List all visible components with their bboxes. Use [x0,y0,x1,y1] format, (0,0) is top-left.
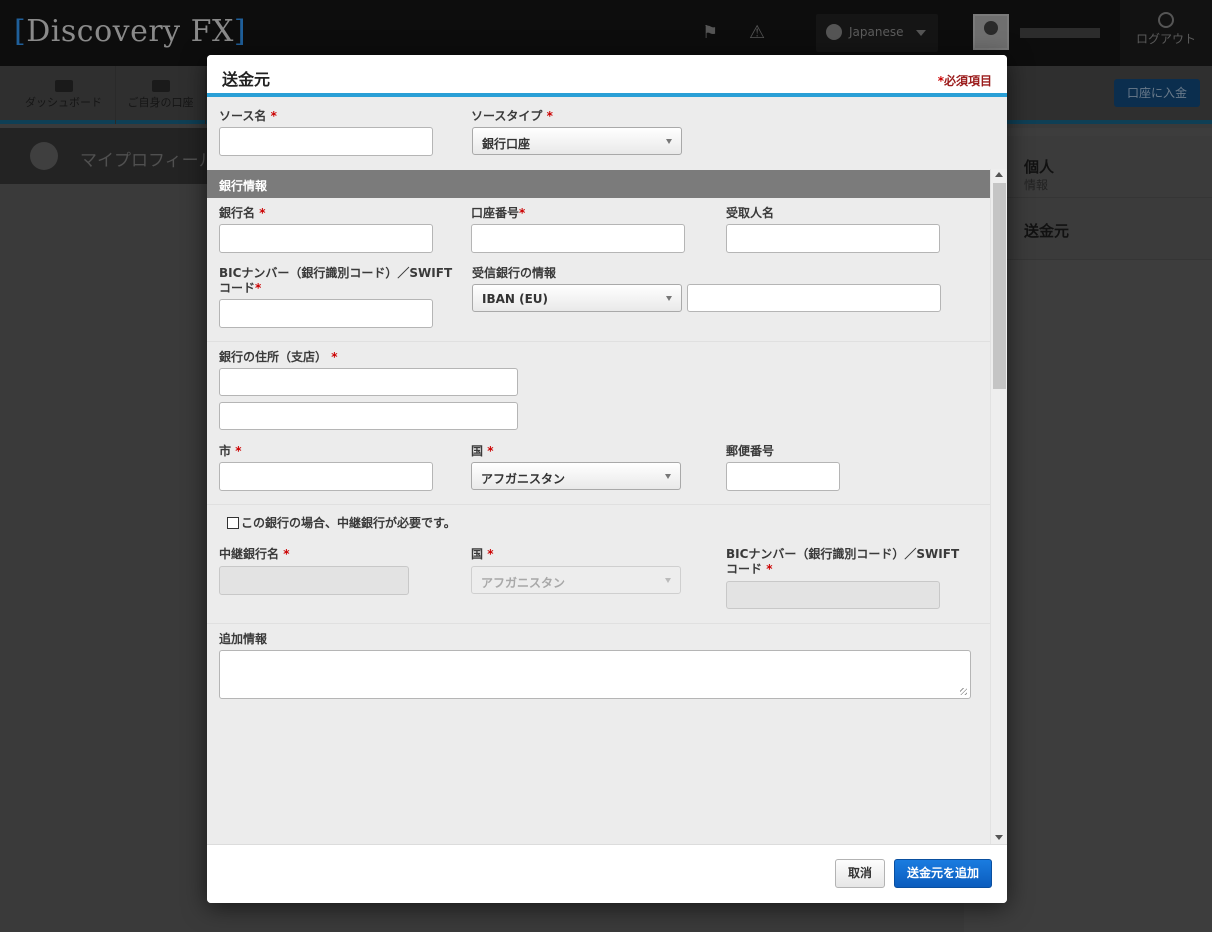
modal-footer: 取消 送金元を追加 [207,844,1007,903]
source-name-label: ソース名 * [219,109,277,123]
chevron-down-icon [665,578,671,583]
divider [207,504,990,505]
power-icon [1158,12,1174,28]
funding-source-modal: 送金元 *必須項目 ソース名 * ソースタイプ * 銀行口座 銀行情報 銀行名 … [207,55,1007,903]
chevron-down-icon [666,296,672,301]
receiving-bank-input[interactable] [687,284,941,312]
sidebar-item-title: 個人 [1024,158,1055,176]
flag-icon[interactable]: ⚑ [702,22,718,43]
intermediary-bic-label: BICナンバー（銀行識別コード）／SWIFT コード * [726,547,960,576]
nav-item-accounts[interactable]: ご自身の口座 [116,66,206,124]
source-type-select[interactable]: 銀行口座 [472,127,682,155]
intermediary-country-select[interactable]: アフガニスタン [471,566,681,594]
source-name-input[interactable] [219,127,433,156]
globe-icon [826,24,842,40]
nav-item-dashboard[interactable]: ダッシュボード [12,66,116,124]
chevron-down-icon [665,474,671,479]
language-label: Japanese [849,25,904,39]
bank-name-label: 銀行名 * [219,206,266,220]
nav-label: ご自身の口座 [127,96,194,109]
sidebar-item-subtitle: 情報 [1024,178,1049,192]
add-funding-source-button[interactable]: 送金元を追加 [894,859,992,888]
bank-address-line1-input[interactable] [219,368,518,396]
sidebar-item-title: 送金元 [1024,222,1070,240]
source-type-label: ソースタイプ * [471,109,553,123]
bank-address-label: 銀行の住所（支店） * [219,350,338,364]
modal-title: 送金元 [222,70,271,89]
scroll-up-icon[interactable] [995,172,1003,177]
intermediary-country-label: 国 * [471,547,494,561]
receiving-bank-type-select[interactable]: IBAN (EU) [472,284,682,312]
intermediary-bank-checkbox-label[interactable]: この銀行の場合、中継銀行が必要です。 [241,516,456,531]
modal-header: 送金元 *必須項目 [207,55,1007,97]
resize-grip-icon[interactable] [960,688,967,695]
cancel-button[interactable]: 取消 [835,859,885,888]
bic-label: BICナンバー（銀行識別コード）／SWIFT コード* [219,266,453,295]
country-label: 国 * [471,444,494,458]
bank-info-section-header: 銀行情報 [207,170,990,198]
user-info-icon [30,142,58,170]
account-number-input[interactable] [471,224,685,253]
intermediary-bank-name-label: 中継銀行名 * [219,547,290,561]
chevron-down-icon [916,30,926,36]
avatar[interactable] [973,14,1009,50]
deposit-button[interactable]: 口座に入金 [1114,79,1200,107]
divider [207,623,990,624]
divider [207,341,990,342]
scrollbar-thumb[interactable] [993,183,1006,389]
warning-icon[interactable]: ⚠ [749,22,765,43]
app-logo[interactable]: [Discovery FX] [14,14,246,49]
logout-label: ログアウト [1135,32,1196,46]
additional-info-label: 追加情報 [219,632,268,646]
bar-chart-icon [151,80,170,92]
recipient-name-label: 受取人名 [726,206,775,220]
chevron-down-icon [666,139,672,144]
scroll-down-icon[interactable] [995,835,1003,840]
additional-info-textarea[interactable] [219,650,971,699]
required-fields-note: *必須項目 [937,74,992,88]
postal-code-input[interactable] [726,462,840,491]
bank-address-line2-input[interactable] [219,402,518,430]
intermediary-bank-checkbox[interactable] [227,517,239,529]
modal-scrollbar[interactable] [990,169,1007,844]
bic-input[interactable] [219,299,433,328]
language-selector[interactable]: Japanese [816,14,938,52]
bank-name-input[interactable] [219,224,433,253]
speedometer-icon [54,80,73,92]
country-select[interactable]: アフガニスタン [471,462,681,490]
city-label: 市 * [219,444,242,458]
nav-label: ダッシュボード [25,96,102,109]
postal-code-label: 郵便番号 [726,444,775,458]
city-input[interactable] [219,462,433,491]
username-redacted [1020,28,1100,38]
page-title: マイプロフィール [80,151,216,171]
modal-body: ソース名 * ソースタイプ * 銀行口座 銀行情報 銀行名 * 口座番号* 受取… [207,101,990,844]
logout-button[interactable]: ログアウト [1120,0,1212,66]
intermediary-bank-name-input[interactable] [219,566,409,595]
account-number-label: 口座番号* [471,206,526,220]
receiving-bank-label: 受信銀行の情報 [472,266,557,280]
recipient-name-input[interactable] [726,224,940,253]
intermediary-bic-input[interactable] [726,581,940,609]
